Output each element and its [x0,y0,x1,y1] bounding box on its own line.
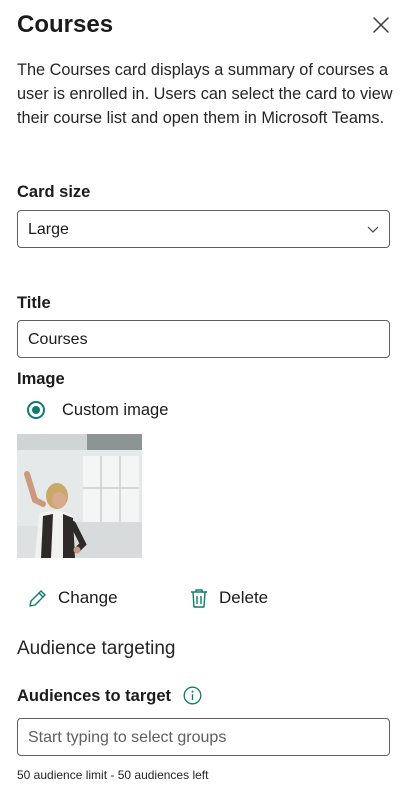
image-label: Image [17,370,65,388]
audience-search-input[interactable]: Start typing to select groups [17,718,390,756]
pencil-icon [29,589,46,607]
audience-targeting-heading: Audience targeting [17,638,176,659]
title-label: Title [17,294,51,312]
delete-image-button[interactable]: Delete [189,586,268,610]
card-size-value: Large [28,221,69,238]
custom-image-radio[interactable]: Custom image [27,399,168,421]
courses-settings-panel: Courses The Courses card displays a summ… [0,0,410,803]
info-icon[interactable] [183,686,202,705]
change-image-button[interactable]: Change [27,586,118,610]
panel-description: The Courses card displays a summary of c… [17,61,393,127]
chevron-down-icon [367,224,379,234]
radio-selected-icon [27,401,45,419]
custom-image-radio-label: Custom image [62,400,169,419]
delete-image-label: Delete [219,588,269,607]
title-input[interactable]: Courses [17,320,390,358]
change-image-label: Change [58,588,118,607]
panel-title: Courses [17,11,114,38]
card-size-dropdown[interactable]: Large [17,210,390,248]
audience-limit-note: 50 audience limit - 50 audiences left [17,768,209,782]
title-input-value: Courses [28,331,88,348]
audiences-to-target-label: Audiences to target [17,687,172,705]
trash-icon [191,588,207,608]
card-size-label: Card size [17,183,91,201]
close-icon [373,17,389,33]
panel-header: Courses [17,10,398,42]
audience-search-placeholder: Start typing to select groups [28,729,227,746]
close-button[interactable] [372,16,390,34]
custom-image-thumbnail [17,434,142,558]
